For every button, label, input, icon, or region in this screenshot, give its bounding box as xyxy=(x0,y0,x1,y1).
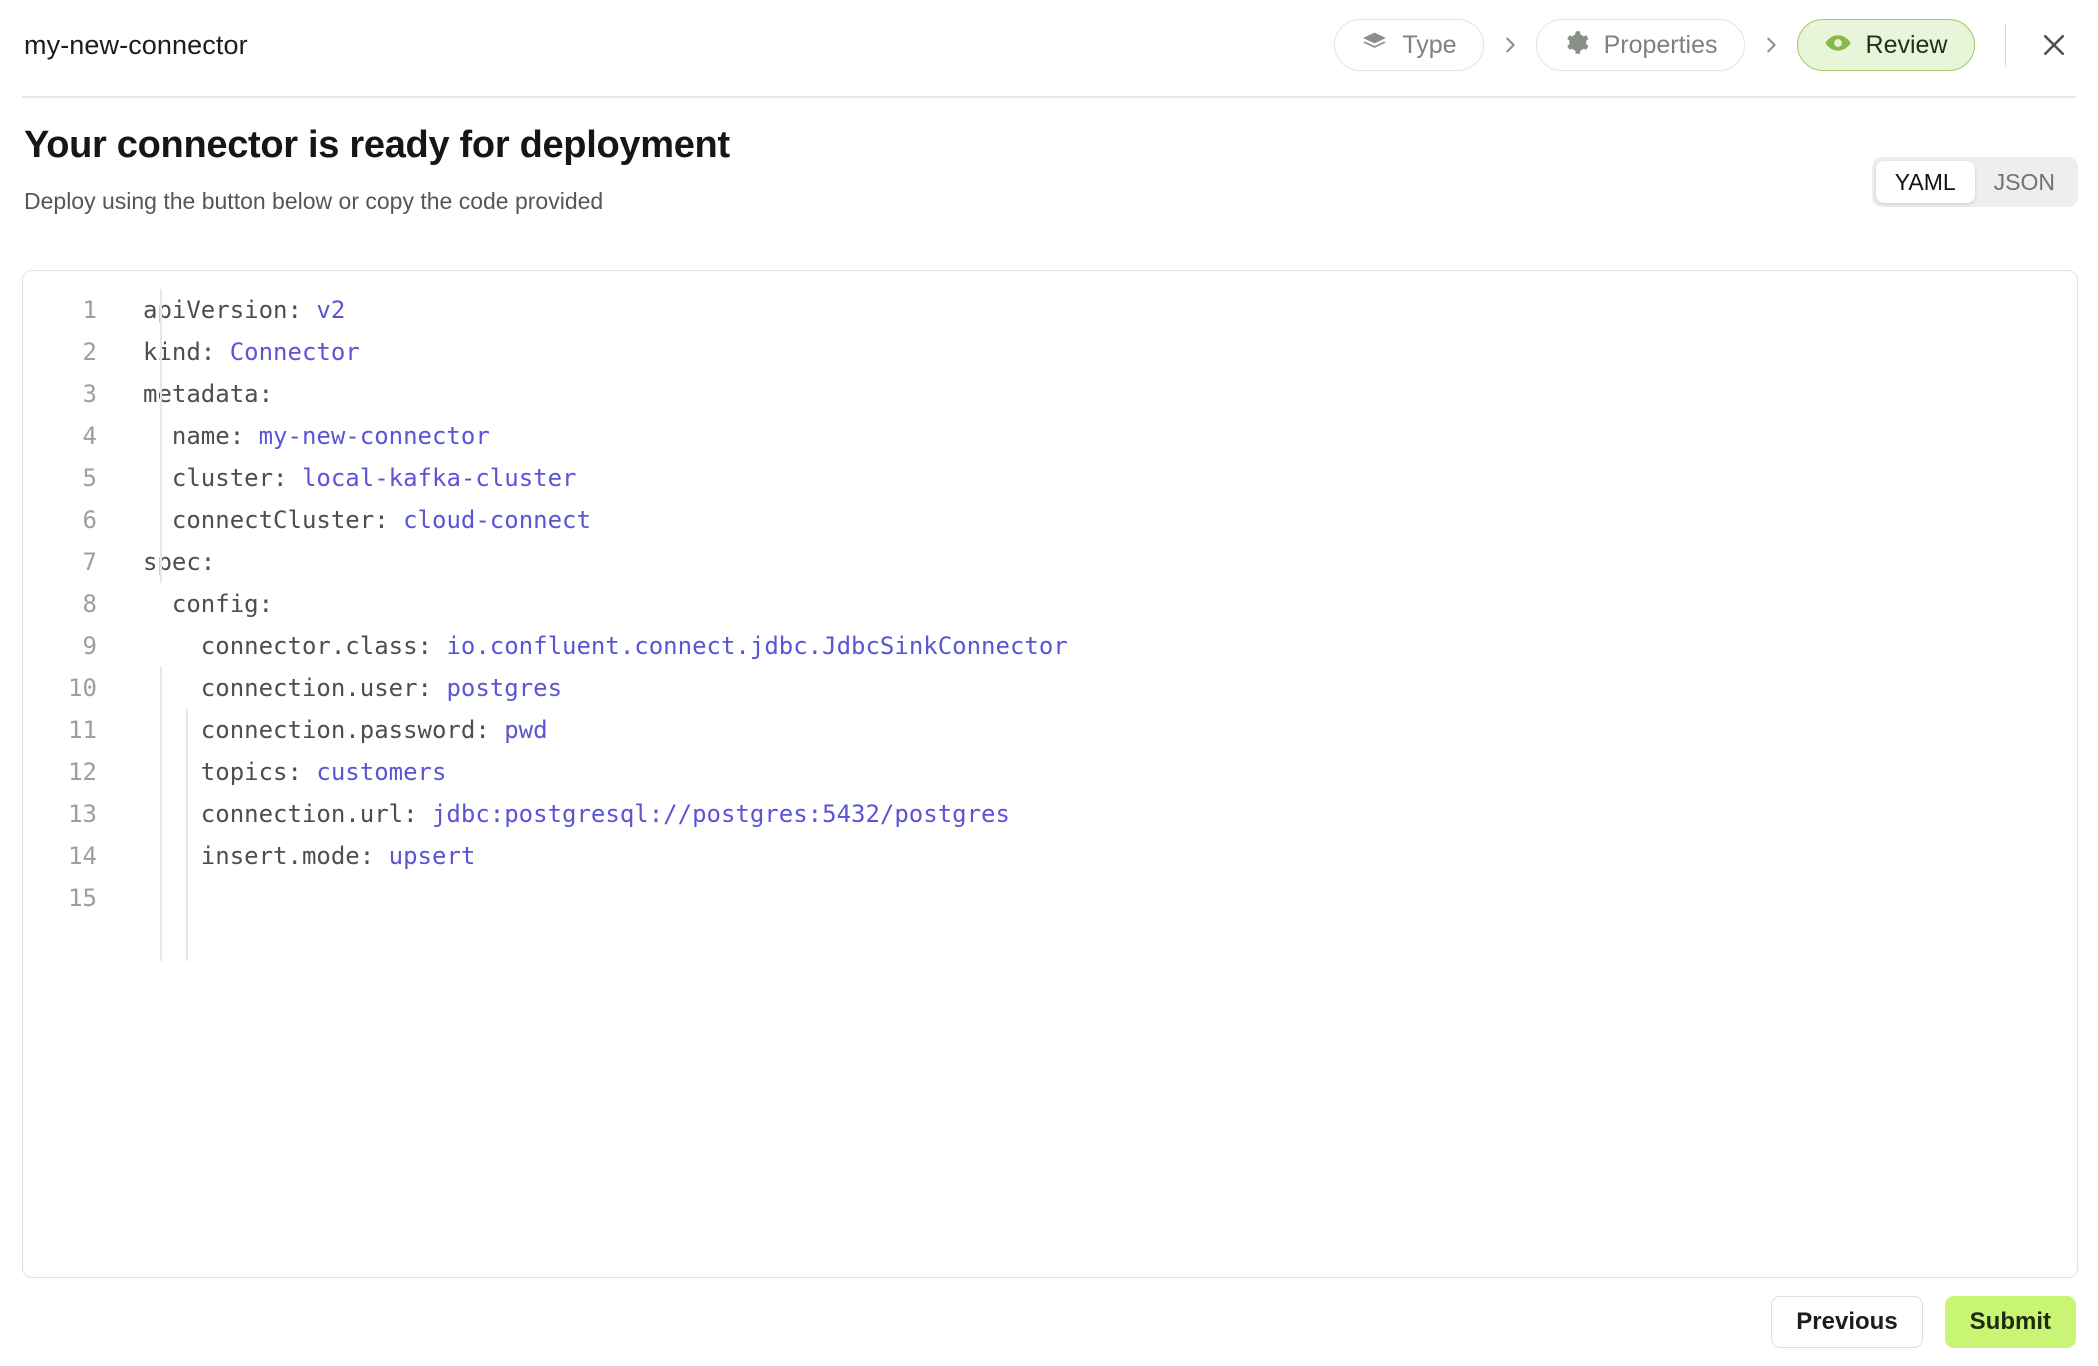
code-token-key: apiVersion: xyxy=(143,296,317,324)
code-line-number: 7 xyxy=(82,548,97,576)
code-line-number: 3 xyxy=(82,380,97,408)
code-line-text: connection.password: pwd xyxy=(107,709,548,751)
previous-button[interactable]: Previous xyxy=(1771,1296,1923,1348)
code-line-list: 1 apiVersion: v2 2 kind: Connector 3 metadata… xyxy=(23,271,2077,961)
code-line-text: config: xyxy=(107,583,273,625)
code-line: 4 name: my-new-connector xyxy=(23,415,2077,457)
indent-guide xyxy=(160,667,162,961)
page-heading-block: Your connector is ready for deployment D… xyxy=(24,124,730,215)
layers-icon xyxy=(1361,29,1388,61)
code-line: 13 connection.url: jdbc:postgresql://pos… xyxy=(23,793,2077,835)
code-line-text: name: my-new-connector xyxy=(107,415,490,457)
header-rule xyxy=(22,96,2076,98)
code-line: 3 metadata: xyxy=(23,373,2077,415)
code-token-value: Connector xyxy=(229,338,360,366)
format-option-json[interactable]: JSON xyxy=(1975,161,2074,203)
code-line: 5 cluster: local-kafka-cluster xyxy=(23,457,2077,499)
code-line-text: kind: Connector xyxy=(107,331,360,373)
code-token-value: io.confluent.connect.jdbc.JdbcSinkConnec… xyxy=(446,632,1068,660)
code-token-key: config: xyxy=(143,590,274,618)
code-line-number: 4 xyxy=(82,422,97,450)
indent-guide xyxy=(186,709,188,961)
header-divider xyxy=(2004,24,2006,66)
code-line: 8 config: xyxy=(23,583,2077,625)
close-icon[interactable] xyxy=(2032,23,2076,67)
code-token-key: cluster: xyxy=(143,464,302,492)
connector-wizard-review-screen: my-new-connector Type Properties Review … xyxy=(0,0,2098,1366)
code-line: 2 kind: Connector xyxy=(23,331,2077,373)
code-line-number: 13 xyxy=(68,800,97,828)
wizard-footer: Previous Submit xyxy=(1771,1296,2076,1348)
code-line-text: cluster: local-kafka-cluster xyxy=(107,457,577,499)
code-line-text: insert.mode: upsert xyxy=(107,835,476,877)
code-line-text: connector.class: io.confluent.connect.jd… xyxy=(107,625,1068,667)
code-token-value: upsert xyxy=(388,842,476,870)
page-title: Your connector is ready for deployment xyxy=(24,124,730,166)
code-line: 9 connector.class: io.confluent.connect.… xyxy=(23,625,2077,667)
submit-button[interactable]: Submit xyxy=(1944,1296,2076,1348)
code-token-key: connection.user: xyxy=(143,674,447,702)
chevron-right-icon xyxy=(1484,19,1536,71)
code-line-number: 11 xyxy=(68,716,97,744)
format-toggle: YAML JSON xyxy=(1871,157,2078,207)
code-line-text: topics: customers xyxy=(107,751,447,793)
code-line: 6 connectCluster: cloud-connect xyxy=(23,499,2077,541)
code-token-value: pwd xyxy=(504,716,548,744)
code-token-key: kind: xyxy=(143,338,230,366)
code-token-key: topics: xyxy=(143,758,317,786)
wizard-step-review[interactable]: Review xyxy=(1796,19,1975,71)
code-line-number: 14 xyxy=(68,842,97,870)
code-line: 15 xyxy=(23,877,2077,919)
page-subtitle: Deploy using the button below or copy th… xyxy=(24,188,604,214)
code-line-text: metadata: xyxy=(107,373,273,415)
wizard-step-properties[interactable]: Properties xyxy=(1535,19,1745,71)
code-token-key: spec: xyxy=(143,548,216,576)
code-token-value: v2 xyxy=(316,296,346,324)
code-line-number: 15 xyxy=(68,884,97,912)
code-line-number: 12 xyxy=(68,758,97,786)
connector-name-title: my-new-connector xyxy=(24,29,248,60)
code-line-number: 8 xyxy=(82,590,97,618)
wizard-stepper: Type Properties Review xyxy=(1334,19,1975,71)
code-line-text: apiVersion: v2 xyxy=(107,289,345,331)
code-line: 10 connection.user: postgres xyxy=(23,667,2077,709)
wizard-step-properties-label: Properties xyxy=(1603,30,1718,59)
code-token-key: insert.mode: xyxy=(143,842,389,870)
code-token-value: customers xyxy=(316,758,447,786)
indent-guide xyxy=(160,289,162,583)
code-line: 7 spec: xyxy=(23,541,2077,583)
code-line: 11 connection.password: pwd xyxy=(23,709,2077,751)
format-option-yaml[interactable]: YAML xyxy=(1875,161,1975,203)
eye-icon xyxy=(1824,29,1852,62)
code-token-key: connection.password: xyxy=(143,716,505,744)
code-token-value: cloud-connect xyxy=(403,506,591,534)
code-preview-panel[interactable]: 1 apiVersion: v2 2 kind: Connector 3 metadata… xyxy=(22,270,2078,1278)
code-token-value: jdbc:postgresql://postgres:5432/postgres xyxy=(431,800,1010,828)
wizard-step-type-label: Type xyxy=(1402,30,1457,59)
code-line: 1 apiVersion: v2 xyxy=(23,289,2077,331)
code-line: 12 topics: customers xyxy=(23,751,2077,793)
code-line-number: 5 xyxy=(82,464,97,492)
wizard-step-review-label: Review xyxy=(1865,30,1948,59)
code-line-number: 9 xyxy=(82,632,97,660)
code-token-value: my-new-connector xyxy=(258,422,490,450)
code-line-text: connection.user: postgres xyxy=(107,667,562,709)
code-token-value: local-kafka-cluster xyxy=(301,464,577,492)
gear-icon xyxy=(1563,29,1590,61)
code-token-key: connector.class: xyxy=(143,632,447,660)
code-line-text: connection.url: jdbc:postgresql://postgr… xyxy=(107,793,1010,835)
wizard-step-type[interactable]: Type xyxy=(1334,19,1484,71)
code-token-key: connectCluster: xyxy=(143,506,404,534)
chevron-right-icon-2 xyxy=(1745,19,1797,71)
wizard-header: my-new-connector Type Properties Review xyxy=(0,0,2098,90)
code-line-number: 2 xyxy=(82,338,97,366)
code-line-number: 10 xyxy=(68,674,97,702)
code-line-text: connectCluster: cloud-connect xyxy=(107,499,591,541)
code-token-value: postgres xyxy=(446,674,563,702)
code-line: 14 insert.mode: upsert xyxy=(23,835,2077,877)
code-token-key: metadata: xyxy=(143,380,274,408)
code-line-number: 1 xyxy=(82,296,97,324)
code-line-number: 6 xyxy=(82,506,97,534)
